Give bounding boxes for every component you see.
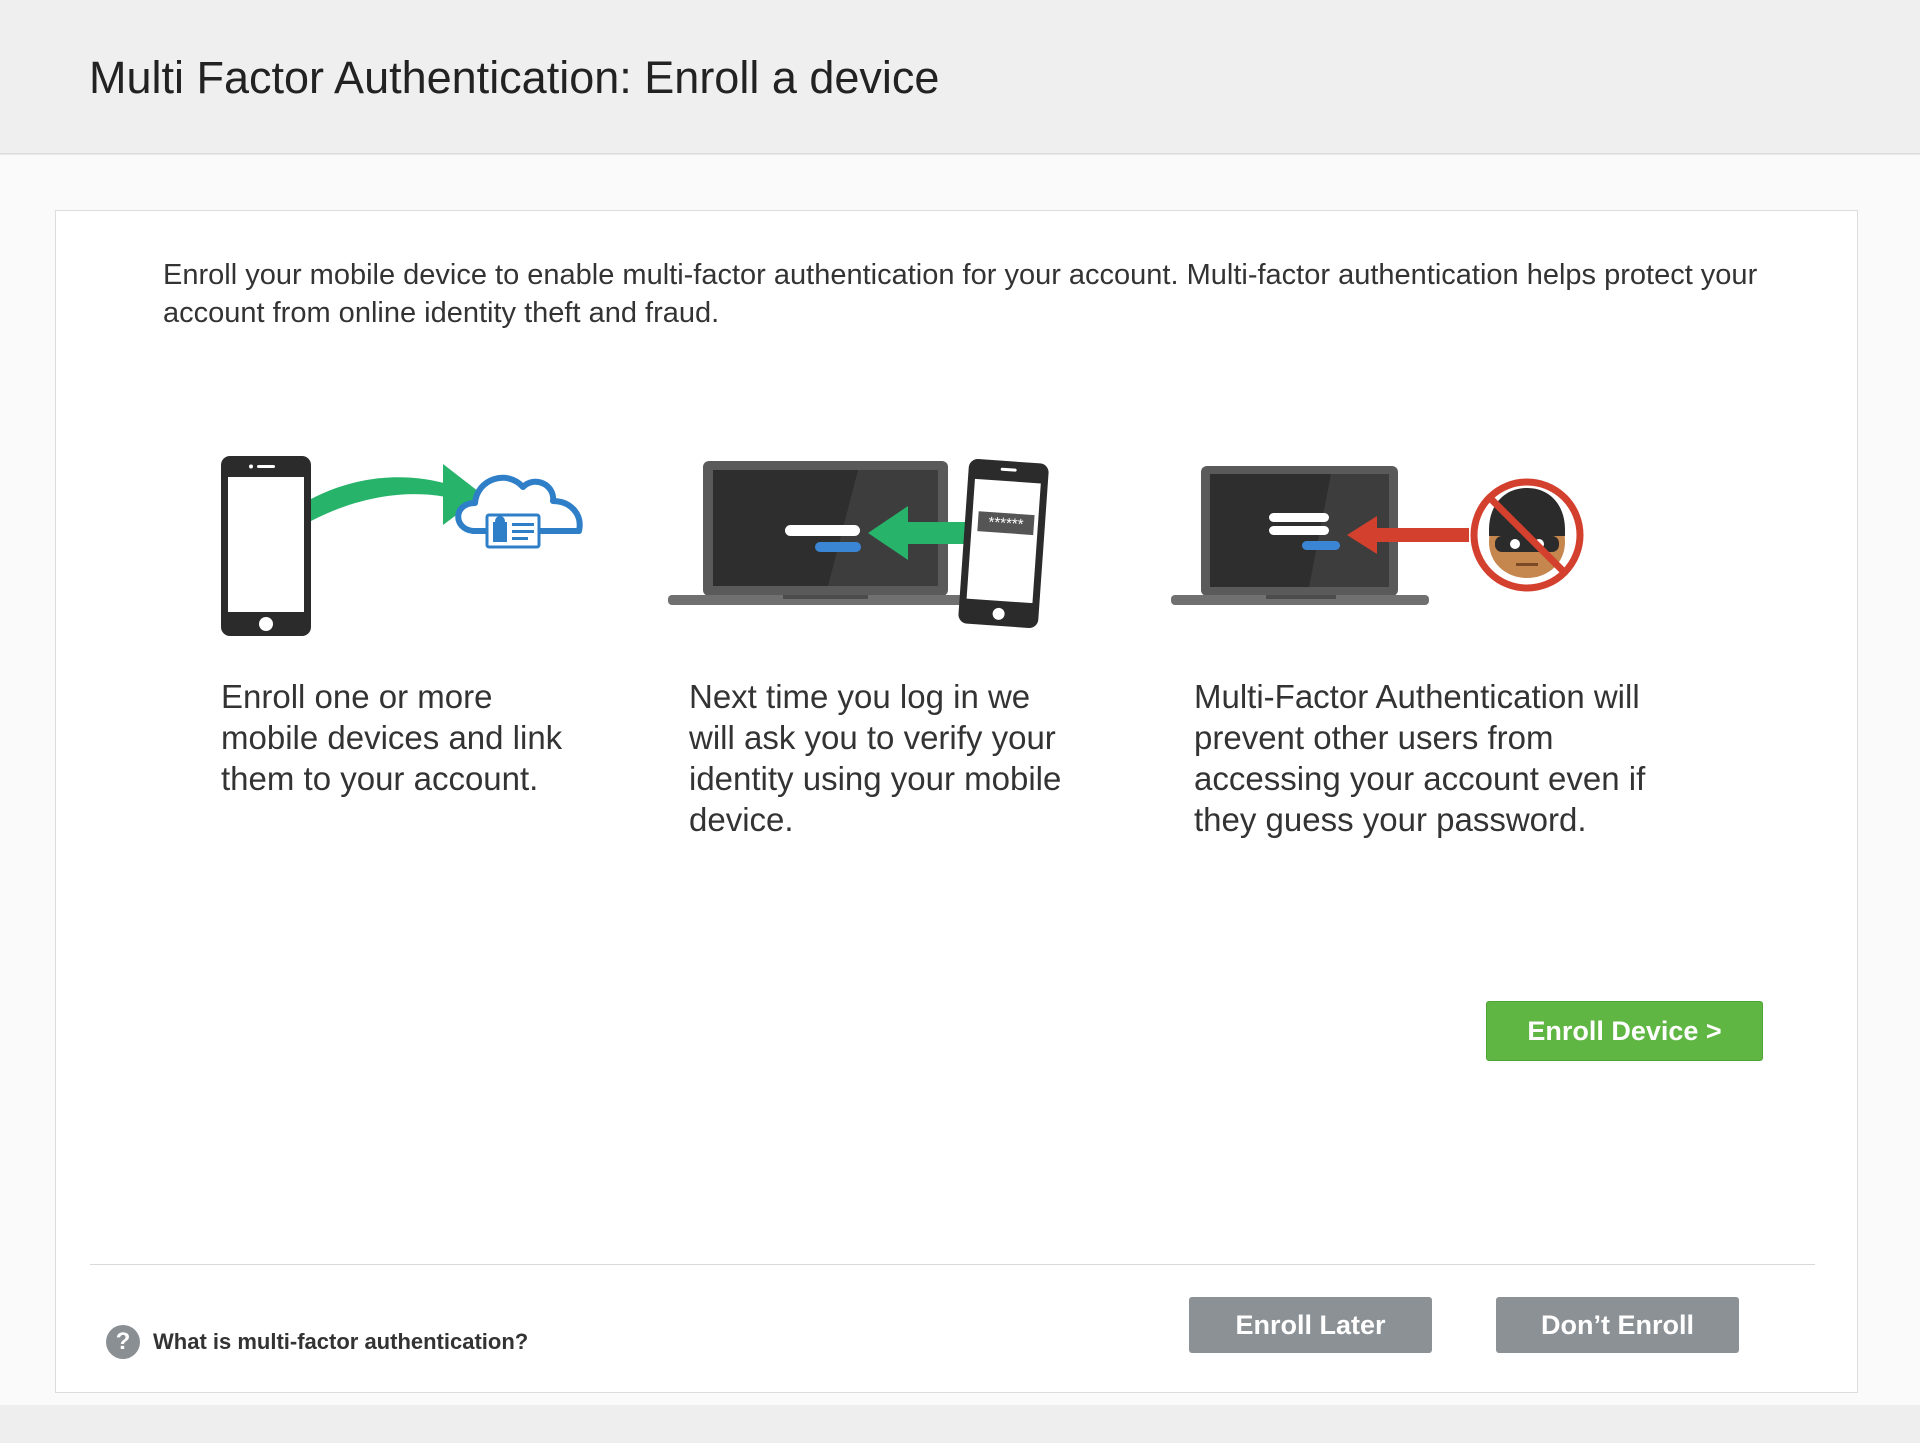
footer-divider (90, 1264, 1815, 1265)
phone-to-laptop-icon: ****** (668, 459, 1049, 629)
dont-enroll-button[interactable]: Don’t Enroll (1496, 1297, 1739, 1353)
question-mark-icon: ? (106, 1325, 140, 1359)
step-2-caption: Next time you log in we will ask you to … (689, 678, 1062, 838)
intro-text: Enroll your mobile device to enable mult… (163, 259, 1758, 329)
help-link-text: What is multi-factor authentication? (153, 1329, 529, 1354)
password-mask: ****** (988, 514, 1024, 533)
help-link[interactable]: ? What is multi-factor authentication? (106, 1325, 528, 1359)
page-header: Multi Factor Authentication: Enroll a de… (0, 0, 1920, 154)
enroll-device-button[interactable]: Enroll Device > (1486, 1001, 1763, 1061)
step-1-caption: Enroll one or more mobile devices and li… (221, 678, 563, 797)
bottom-bar (0, 1405, 1920, 1443)
phone-to-cloud-icon (221, 456, 583, 636)
enroll-later-button[interactable]: Enroll Later (1189, 1297, 1432, 1353)
page-title: Multi Factor Authentication: Enroll a de… (89, 52, 940, 103)
step-3-caption: Multi-Factor Authentication will prevent… (1194, 678, 1646, 838)
blocked-intruder-icon (1171, 466, 1584, 605)
enroll-card: Enroll your mobile device to enable mult… (55, 210, 1858, 1393)
